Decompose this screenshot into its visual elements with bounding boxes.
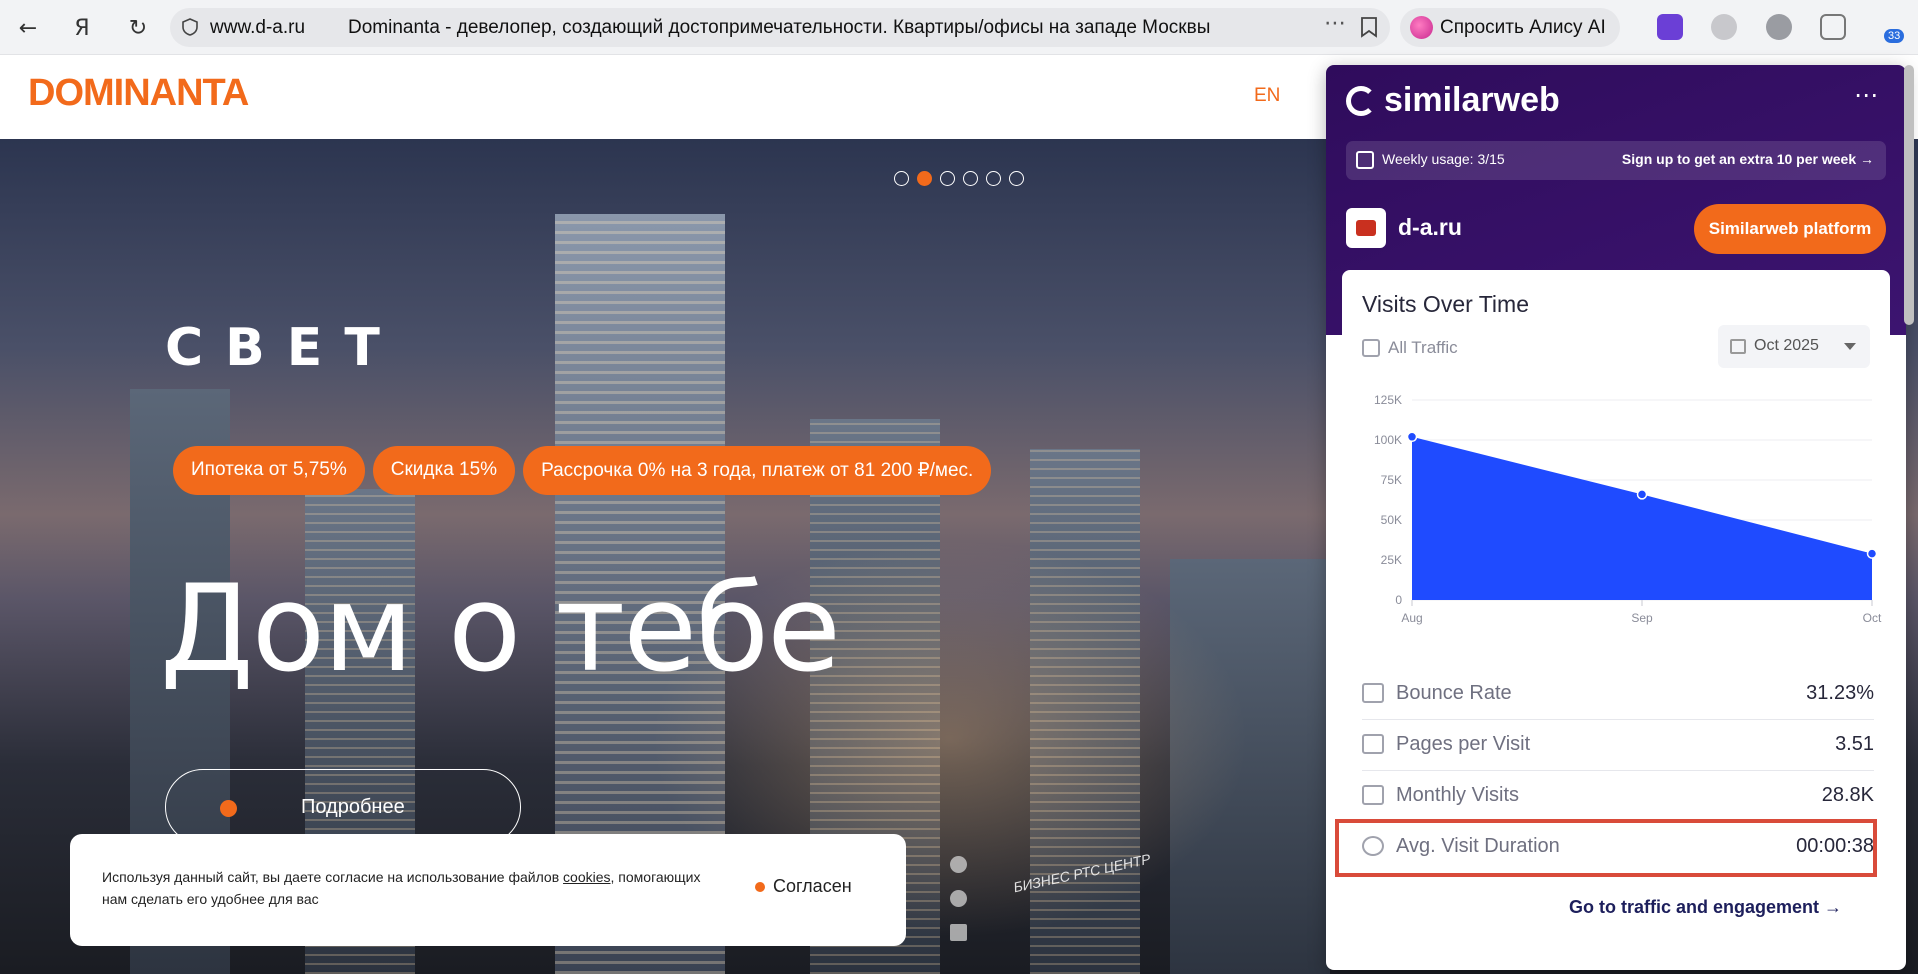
cookie-text: Используя данный сайт, вы даете согласие…	[102, 866, 722, 910]
traffic-icon	[1362, 339, 1380, 357]
similarweb-brand: similarweb	[1384, 81, 1560, 119]
extension-v-icon[interactable]	[1657, 14, 1683, 40]
signup-link[interactable]: Sign up to get an extra 10 per week →	[1622, 151, 1874, 167]
alice-label: Спросить Алису AI	[1440, 17, 1606, 38]
extension-similarweb-icon[interactable]	[1711, 14, 1737, 40]
metric-label: Monthly Visits	[1396, 784, 1520, 806]
chevron-down-icon	[1844, 343, 1856, 350]
alice-button[interactable]: Спросить Алису AI	[1400, 8, 1620, 47]
browser-toolbar: ← Я ↻ www.d-a.ru Dominanta - девелопер, …	[0, 0, 1918, 55]
reload-icon[interactable]: ↻	[122, 12, 154, 44]
offer-pill[interactable]: Рассрочка 0% на 3 года, платеж от 81 200…	[523, 446, 992, 495]
site-logo[interactable]: DOMINANTA	[28, 72, 249, 115]
date-dropdown[interactable]: Oct 2025	[1718, 325, 1870, 368]
y-tick-label: 25K	[1381, 553, 1402, 567]
x-tick-label: Aug	[1401, 611, 1422, 625]
slider-dot[interactable]	[894, 171, 909, 186]
orange-dot-icon	[220, 800, 237, 817]
more-button-label: Подробнее	[301, 796, 405, 818]
hero-control[interactable]	[950, 924, 967, 941]
data-point[interactable]	[1866, 548, 1878, 559]
slider-dot-active[interactable]	[917, 171, 932, 186]
slider-dot[interactable]	[986, 171, 1001, 186]
hero-control[interactable]	[950, 856, 967, 873]
yandex-icon[interactable]: Я	[66, 12, 98, 44]
hero-kicker: СВЕТ	[165, 318, 402, 378]
address-bar[interactable]: www.d-a.ru Dominanta - девелопер, создаю…	[170, 8, 1390, 47]
usage-bar: Weekly usage: 3/15 Sign up to get an ext…	[1346, 141, 1886, 180]
shield-icon	[182, 18, 198, 36]
url-text: www.d-a.ru	[210, 17, 306, 38]
y-tick-label: 125K	[1374, 393, 1402, 407]
offer-pill[interactable]: Ипотека от 5,75%	[173, 446, 365, 495]
cookie-agree-button[interactable]: Согласен	[755, 876, 852, 897]
cookie-text-part: Используя данный сайт, вы даете согласие…	[102, 869, 564, 885]
highlight-box	[1335, 819, 1877, 877]
cookie-agree-label: Согласен	[773, 876, 852, 896]
visits-area	[1412, 436, 1872, 600]
cookie-link[interactable]: cookies	[563, 869, 610, 885]
visits-chart: 0 25K 50K 75K 100K 125K Aug Sep Oct	[1374, 393, 1882, 625]
card-title: Visits Over Time	[1362, 291, 1529, 317]
x-tick-label: Oct	[1863, 611, 1882, 625]
metric-value: 28.8K	[1821, 784, 1874, 806]
traffic-label: All Traffic	[1388, 338, 1458, 357]
y-tick-label: 75K	[1381, 473, 1402, 487]
offer-pill[interactable]: Скидка 15%	[372, 446, 516, 495]
slider-dot[interactable]	[940, 171, 955, 186]
tab-title: Dominanta - девелопер, создающий достопр…	[348, 17, 1211, 38]
usage-icon	[1356, 151, 1374, 169]
similarweb-logo-icon	[1346, 85, 1376, 116]
alice-icon	[1410, 16, 1433, 39]
site-favicon	[1346, 208, 1386, 248]
hero-headline: Дом о тебе	[160, 560, 841, 699]
slider-dots[interactable]	[894, 171, 1024, 186]
more-icon[interactable]: ⋯	[1324, 11, 1346, 36]
hero-control[interactable]	[950, 890, 967, 907]
globe-icon[interactable]	[1766, 14, 1792, 40]
panel-scrollbar[interactable]	[1904, 65, 1914, 325]
date-label: Oct 2025	[1754, 337, 1819, 354]
metric-label: Pages per Visit	[1396, 733, 1531, 755]
y-tick-label: 50K	[1381, 513, 1402, 527]
extension-badge: 33	[1884, 29, 1905, 43]
language-switch[interactable]: EN	[1254, 85, 1280, 107]
cookie-banner: Используя данный сайт, вы даете согласие…	[70, 834, 906, 946]
site-row: d-a.ru Similarweb platform	[1346, 204, 1886, 254]
orange-dot-icon	[755, 881, 765, 892]
calendar-icon	[1730, 339, 1746, 354]
slider-dot[interactable]	[1009, 171, 1024, 186]
slider-dot[interactable]	[963, 171, 978, 186]
offer-pills: Ипотека от 5,75% Скидка 15% Рассрочка 0%…	[173, 446, 992, 495]
metric-value: 31.23%	[1806, 682, 1874, 704]
bookmark-icon[interactable]	[1360, 16, 1378, 38]
traffic-filter[interactable]: All Traffic	[1362, 338, 1458, 358]
back-icon[interactable]: ←	[12, 12, 44, 44]
site-domain: d-a.ru	[1398, 214, 1462, 240]
metric-bounce-rate: Bounce Rate 31.23%	[1362, 670, 1874, 720]
x-tick-label: Sep	[1631, 611, 1653, 625]
bounce-rate-icon	[1362, 683, 1384, 703]
data-point[interactable]	[1636, 489, 1648, 500]
metric-value: 3.51	[1835, 733, 1874, 755]
traffic-engagement-link[interactable]: Go to traffic and engagement →	[1569, 897, 1842, 918]
extensions-icon[interactable]	[1820, 14, 1846, 40]
metric-monthly-visits: Monthly Visits 28.8K	[1362, 772, 1874, 822]
data-point[interactable]	[1406, 431, 1418, 443]
similarweb-platform-button[interactable]: Similarweb platform	[1694, 204, 1886, 254]
similarweb-logo: similarweb	[1346, 81, 1560, 120]
y-tick-label: 0	[1395, 593, 1402, 607]
metric-pages-per-visit: Pages per Visit 3.51	[1362, 721, 1874, 771]
similarweb-panel: similarweb ⋯ Weekly usage: 3/15 Sign up …	[1326, 65, 1906, 970]
pages-icon	[1362, 734, 1384, 754]
calendar-icon	[1362, 785, 1384, 805]
y-tick-label: 100K	[1374, 433, 1402, 447]
menu-icon[interactable]: ⋯	[1854, 81, 1878, 109]
usage-text: Weekly usage: 3/15	[1382, 151, 1505, 167]
metric-label: Bounce Rate	[1396, 682, 1512, 704]
